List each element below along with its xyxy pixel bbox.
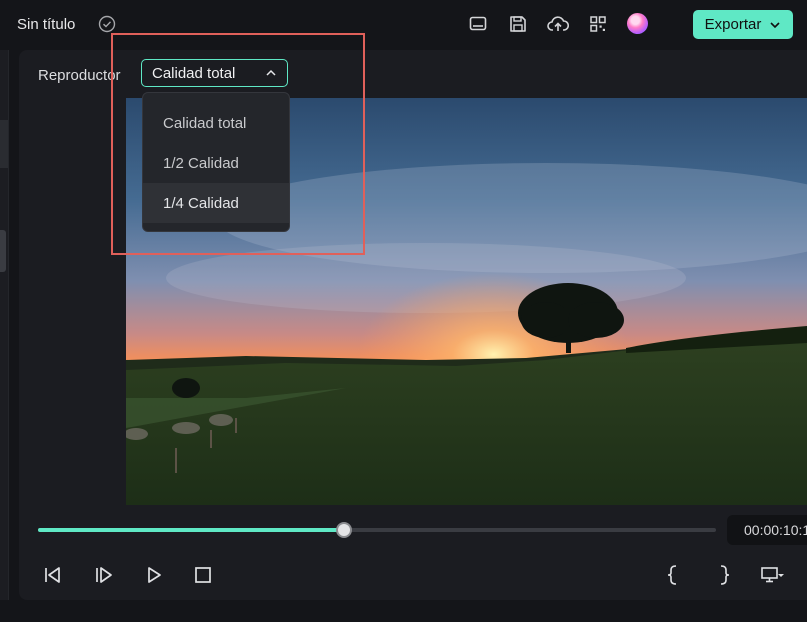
progress-thumb[interactable] (336, 522, 353, 538)
project-title: Sin título (17, 16, 76, 33)
display-settings-icon[interactable] (760, 563, 784, 587)
chevron-down-icon (770, 21, 780, 28)
qr-grid-icon[interactable] (586, 12, 610, 36)
save-icon[interactable] (506, 12, 530, 36)
timecode-text: 00:00:10:1 (744, 522, 807, 538)
playback-progress-bar[interactable] (38, 522, 716, 538)
check-circle-icon (98, 15, 116, 33)
mark-in-icon[interactable] (661, 563, 685, 587)
export-button-label: Exportar (704, 16, 762, 33)
export-button[interactable]: Exportar (693, 10, 793, 39)
annotation-highlight-box (111, 33, 365, 255)
avatar[interactable] (627, 13, 648, 34)
cloud-upload-icon[interactable] (546, 12, 570, 36)
panel-scrollbar[interactable] (0, 230, 6, 272)
timecode-display: 00:00:10:1 (727, 515, 807, 545)
next-frame-icon[interactable] (92, 563, 116, 587)
stop-icon[interactable] (191, 563, 215, 587)
left-panel-edge (0, 50, 9, 600)
progress-fill (38, 528, 344, 532)
previous-frame-icon[interactable] (41, 563, 65, 587)
monitor-icon[interactable] (466, 12, 490, 36)
bottom-bar (0, 600, 807, 622)
play-icon[interactable] (142, 563, 166, 587)
player-label: Reproductor (38, 67, 121, 84)
mark-out-icon[interactable] (712, 563, 736, 587)
